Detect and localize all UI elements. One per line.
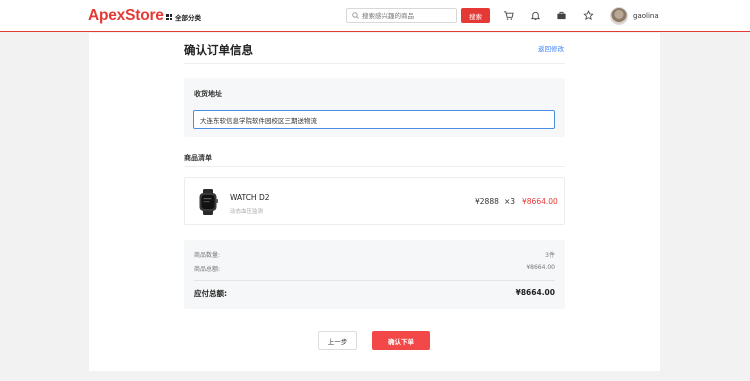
bell-icon[interactable]: [530, 10, 541, 21]
cart-icon[interactable]: [503, 10, 514, 21]
grid-icon: [166, 14, 172, 20]
amount-label: 商品总额:: [194, 266, 221, 273]
address-section: 收货地址: [184, 78, 565, 137]
address-label: 收货地址: [194, 90, 222, 98]
star-icon[interactable]: [583, 10, 594, 21]
divider: [184, 166, 565, 167]
user-avatar[interactable]: [610, 7, 628, 25]
order-item: WATCH D2 动态血压监测 ¥2888 ×3 ¥8664.00: [184, 177, 565, 225]
item-name: WATCH D2: [230, 193, 270, 202]
briefcase-icon[interactable]: [556, 10, 567, 21]
summary-count-row: 商品数量: 3件: [194, 250, 555, 259]
all-categories-button[interactable]: 全部分类: [166, 12, 201, 22]
back-to-edit-link[interactable]: 返回修改: [538, 43, 564, 53]
search-input[interactable]: [362, 11, 452, 20]
page-title: 确认订单信息: [184, 43, 253, 57]
watch-product-image: [199, 189, 218, 215]
username[interactable]: gaolina: [633, 12, 659, 20]
confirm-order-button[interactable]: 确认下单: [372, 331, 430, 350]
divider: [194, 280, 555, 281]
previous-step-button[interactable]: 上一步: [318, 331, 357, 350]
count-value: 3件: [545, 252, 555, 259]
address-input[interactable]: [193, 110, 555, 129]
summary-amount-row: 商品总额: ¥8664.00: [194, 264, 555, 273]
divider: [184, 63, 565, 64]
order-confirm-card: 确认订单信息 返回修改 收货地址 商品清单 WATCH D2 动态血压监测 ¥2…: [89, 33, 660, 371]
store-logo[interactable]: ApexStore: [88, 7, 164, 25]
search-icon: [352, 12, 359, 19]
count-label: 商品数量:: [194, 252, 221, 259]
item-quantity: ×3: [504, 197, 516, 206]
payable-value: ¥8664.00: [515, 288, 555, 297]
order-summary: 商品数量: 3件 商品总额: ¥8664.00 应付总额: ¥8664.00: [184, 240, 565, 309]
item-total: ¥8664.00: [522, 197, 558, 206]
item-price: ¥2888: [475, 197, 499, 206]
amount-value: ¥8664.00: [526, 264, 555, 271]
all-categories-label: 全部分类: [175, 14, 201, 22]
goods-list-title: 商品清单: [184, 154, 212, 162]
payable-label: 应付总额:: [194, 289, 227, 298]
top-navbar: ApexStore 全部分类 搜索 gaolina: [0, 0, 750, 32]
search-button[interactable]: 搜索: [461, 8, 490, 23]
search-box: [346, 8, 457, 23]
item-subtitle: 动态血压监测: [230, 209, 264, 215]
